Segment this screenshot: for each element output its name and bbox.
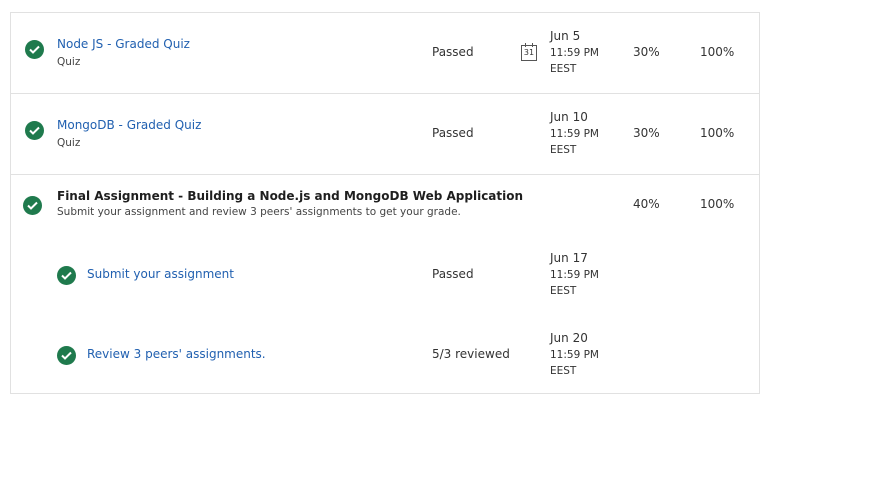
- item-grade: 100%: [700, 126, 735, 140]
- step-due: Jun 20 11:59 PM EEST: [550, 330, 599, 380]
- due-time: 11:59 PM: [550, 127, 599, 140]
- final-assignment-group: Final Assignment - Building a Node.js an…: [11, 175, 759, 394]
- due-date: Jun 20: [550, 331, 588, 345]
- final-description: Submit your assignment and review 3 peer…: [57, 206, 461, 218]
- check-circle-icon: [25, 40, 44, 59]
- item-status: Passed: [432, 126, 474, 140]
- due-tz: EEST: [550, 63, 577, 75]
- due-tz: EEST: [550, 365, 577, 377]
- grades-table: Node JS - Graded Quiz Quiz Passed 31 Jun…: [10, 12, 760, 394]
- final-weight: 40%: [633, 197, 660, 211]
- check-circle-icon: [25, 121, 44, 140]
- check-circle-icon: [57, 266, 76, 285]
- item-type: Quiz: [57, 137, 81, 149]
- item-status: Passed: [432, 45, 474, 59]
- step-status: 5/3 reviewed: [432, 347, 510, 361]
- item-type: Quiz: [57, 56, 81, 68]
- item-weight: 30%: [633, 45, 660, 59]
- due-time: 11:59 PM: [550, 268, 599, 281]
- due-tz: EEST: [550, 144, 577, 156]
- calendar-icon: 31: [521, 43, 537, 61]
- final-title: Final Assignment - Building a Node.js an…: [57, 189, 524, 203]
- table-row: Node JS - Graded Quiz Quiz Passed 31 Jun…: [11, 13, 759, 94]
- due-tz: EEST: [550, 285, 577, 297]
- item-grade: 100%: [700, 45, 735, 59]
- final-grade: 100%: [700, 197, 735, 211]
- item-weight: 30%: [633, 126, 660, 140]
- item-due: Jun 10 11:59 PM EEST: [550, 109, 599, 159]
- due-time: 11:59 PM: [550, 46, 599, 59]
- check-circle-icon: [57, 346, 76, 365]
- due-date: Jun 10: [550, 110, 588, 124]
- review-peers-link[interactable]: Review 3 peers' assignments.: [87, 347, 266, 361]
- due-date: Jun 5: [550, 29, 581, 43]
- step-due: Jun 17 11:59 PM EEST: [550, 250, 599, 300]
- due-time: 11:59 PM: [550, 348, 599, 361]
- table-row: MongoDB - Graded Quiz Quiz Passed Jun 10…: [11, 94, 759, 175]
- item-title-link[interactable]: Node JS - Graded Quiz: [57, 37, 190, 51]
- item-due: Jun 5 11:59 PM EEST: [550, 28, 599, 78]
- due-date: Jun 17: [550, 251, 588, 265]
- submit-assignment-link[interactable]: Submit your assignment: [87, 267, 234, 281]
- check-circle-icon: [23, 196, 42, 215]
- step-status: Passed: [432, 267, 474, 281]
- item-title-link[interactable]: MongoDB - Graded Quiz: [57, 118, 201, 132]
